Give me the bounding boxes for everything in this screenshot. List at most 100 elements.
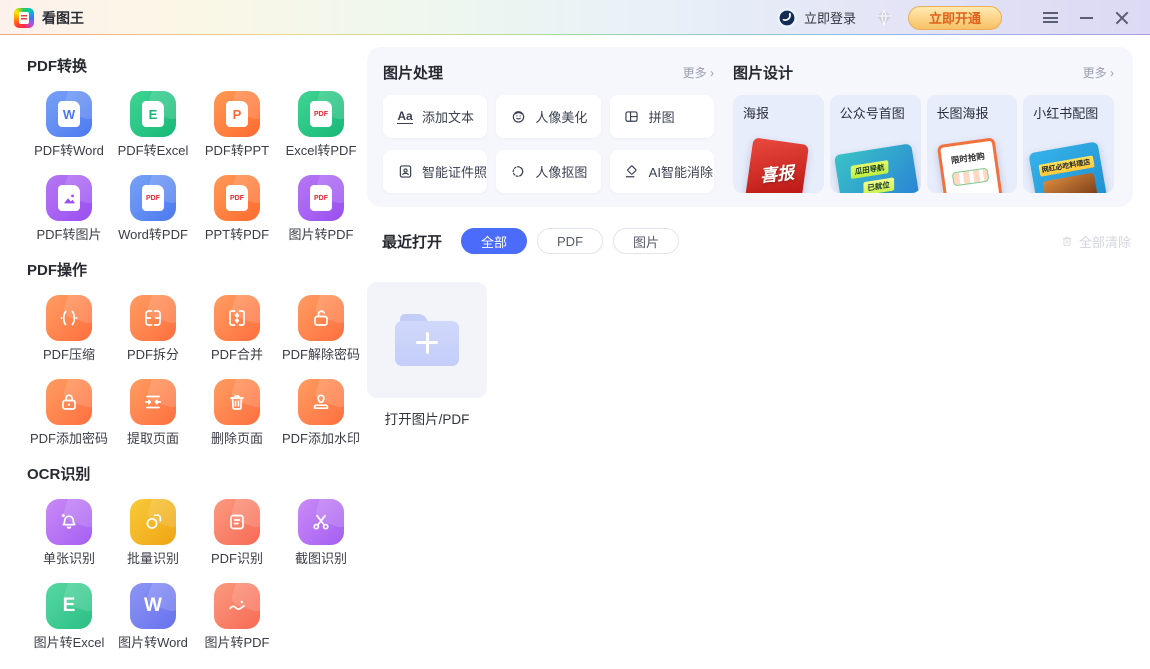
login-button[interactable]: 立即登录 — [776, 7, 856, 29]
image-design-section: 图片设计 更多 › 海报 喜报 公众号首图 瓜田导航 已就位 长图海报 — [733, 62, 1114, 193]
app-title: 看图王 — [42, 8, 84, 28]
open-file-label: 打开图片/PDF — [367, 408, 487, 428]
face-beautify-button[interactable]: 人像美化 — [496, 95, 600, 138]
sidebar-item-pdf-add-password[interactable]: PDF添加密码 — [27, 379, 111, 447]
sidebar-item-pdf-split[interactable]: PDF拆分 — [111, 295, 195, 363]
unlock-icon — [298, 295, 344, 341]
image-processing-section: 图片处理 更多 › Aa 添加文本 人像美化 拼图 智能证件照 — [383, 62, 714, 193]
sidebar-item-pdf-ocr[interactable]: PDF识别 — [195, 499, 279, 567]
sidebar-item-pdf-add-watermark[interactable]: PDF添加水印 — [279, 379, 363, 447]
login-label: 立即登录 — [804, 8, 856, 27]
id-photo-button[interactable]: 智能证件照 — [383, 150, 487, 193]
menu-button[interactable] — [1036, 5, 1064, 31]
merge-icon — [214, 295, 260, 341]
id-photo-icon — [395, 162, 415, 181]
excel-doc-icon: E — [130, 91, 176, 137]
wave-icon — [214, 583, 260, 629]
upgrade-button[interactable]: 立即开通 — [908, 6, 1002, 30]
sidebar: PDF转换 W PDF转Word E PDF转Excel P PDF转PPT P… — [0, 35, 360, 669]
minimize-button[interactable] — [1072, 5, 1100, 31]
compress-icon — [46, 295, 92, 341]
design-card-wechat-cover[interactable]: 公众号首图 瓜田导航 已就位 — [830, 95, 921, 193]
app-logo-icon — [14, 8, 34, 28]
bell-icon — [46, 499, 92, 545]
sidebar-item-pdf-remove-password[interactable]: PDF解除密码 — [279, 295, 363, 363]
collage-icon — [622, 107, 642, 126]
sidebar-item-pdf-merge[interactable]: PDF合并 — [195, 295, 279, 363]
sidebar-item-pdf-to-word[interactable]: W PDF转Word — [27, 91, 111, 159]
lock-icon — [46, 379, 92, 425]
recent-title: 最近打开 — [382, 231, 442, 252]
pdf-doc-icon: PDF — [130, 175, 176, 221]
portrait-cutout-button[interactable]: 人像抠图 — [496, 150, 600, 193]
sidebar-item-image-to-pdf-ocr[interactable]: 图片转PDF — [195, 583, 279, 651]
sidebar-item-screenshot-ocr[interactable]: 截图识别 — [279, 499, 363, 567]
tab-pdf[interactable]: PDF — [537, 228, 603, 254]
pdf-convert-grid: W PDF转Word E PDF转Excel P PDF转PPT PDF Exc… — [27, 91, 360, 243]
extract-pages-icon — [130, 379, 176, 425]
image-doc-icon — [46, 175, 92, 221]
portrait-cutout-icon — [508, 162, 528, 181]
sidebar-item-pdf-to-ppt[interactable]: P PDF转PPT — [195, 91, 279, 159]
folder-plus-icon — [395, 314, 459, 366]
sidebar-item-batch-ocr[interactable]: 批量识别 — [111, 499, 195, 567]
tab-all[interactable]: 全部 — [461, 228, 527, 254]
close-icon — [1115, 11, 1129, 25]
minimize-icon — [1080, 17, 1093, 19]
pdf-doc-icon: PDF — [298, 91, 344, 137]
design-card-poster[interactable]: 海报 喜报 — [733, 95, 824, 193]
sidebar-item-extract-pages[interactable]: 提取页面 — [111, 379, 195, 447]
tab-image[interactable]: 图片 — [613, 228, 679, 254]
long-poster-thumbnail: 限时抢购 — [936, 137, 1002, 193]
close-button[interactable] — [1108, 5, 1136, 31]
collage-button[interactable]: 拼图 — [610, 95, 714, 138]
recent-row: 最近打开 全部 PDF 图片 全部清除 — [382, 227, 1131, 255]
design-card-long-poster[interactable]: 长图海报 限时抢购 — [927, 95, 1018, 193]
tools-panel: 图片处理 更多 › Aa 添加文本 人像美化 拼图 智能证件照 — [367, 47, 1133, 207]
image-processing-more-link[interactable]: 更多 › — [683, 64, 714, 81]
sidebar-item-delete-pages[interactable]: 删除页面 — [195, 379, 279, 447]
image-design-title: 图片设计 — [733, 62, 793, 83]
vip-diamond-icon[interactable] — [874, 9, 894, 27]
trash-icon — [214, 379, 260, 425]
hamburger-icon — [1043, 12, 1058, 23]
ai-erase-button[interactable]: AI智能消除 — [610, 150, 714, 193]
word-doc-icon: W — [46, 91, 92, 137]
image-design-more-link[interactable]: 更多 › — [1083, 64, 1114, 81]
sidebar-item-single-ocr[interactable]: 单张识别 — [27, 499, 111, 567]
add-text-icon: Aa — [395, 110, 415, 124]
section-title-pdf-operations: PDF操作 — [27, 261, 360, 281]
doc-lines-icon — [214, 499, 260, 545]
pdf-operations-grid: PDF压缩 PDF拆分 PDF合并 PDF解除密码 — [27, 295, 360, 447]
app-window: 看图王 立即登录 立即开通 PDF转换 W PDF转 — [0, 0, 1150, 669]
poster-thumbnail: 喜报 — [745, 137, 809, 193]
sidebar-item-pdf-compress[interactable]: PDF压缩 — [27, 295, 111, 363]
sidebar-item-ppt-to-pdf[interactable]: PDF PPT转PDF — [195, 175, 279, 243]
section-title-pdf-convert: PDF转换 — [27, 57, 360, 77]
open-file-card[interactable] — [367, 282, 487, 398]
section-title-ocr: OCR识别 — [27, 465, 360, 485]
pdf-doc-icon: PDF — [298, 175, 344, 221]
wechat-cover-thumbnail: 瓜田导航 已就位 — [834, 143, 920, 193]
sidebar-item-image-to-word[interactable]: W 图片转Word — [111, 583, 195, 651]
scan-icon — [130, 499, 176, 545]
xiaohongshu-thumbnail: 网红必吃料理店 — [1029, 141, 1108, 193]
letter-w-icon: W — [130, 583, 176, 629]
ppt-doc-icon: P — [214, 91, 260, 137]
clear-all-button[interactable]: 全部清除 — [1060, 232, 1131, 251]
sidebar-item-image-to-excel[interactable]: E 图片转Excel — [27, 583, 111, 651]
image-processing-title: 图片处理 — [383, 62, 443, 83]
titlebar: 看图王 立即登录 立即开通 — [0, 0, 1150, 35]
recent-tabs: 全部 PDF 图片 — [451, 228, 679, 254]
user-avatar-icon — [776, 7, 798, 29]
ocr-grid: 单张识别 批量识别 PDF识别 截图识别 E — [27, 499, 360, 651]
add-text-button[interactable]: Aa 添加文本 — [383, 95, 487, 138]
sidebar-item-pdf-to-excel[interactable]: E PDF转Excel — [111, 91, 195, 159]
face-beautify-icon — [508, 107, 528, 126]
sidebar-item-image-to-pdf[interactable]: PDF 图片转PDF — [279, 175, 363, 243]
design-card-xiaohongshu[interactable]: 小红书配图 网红必吃料理店 — [1023, 95, 1114, 193]
letter-e-icon: E — [46, 583, 92, 629]
sidebar-item-word-to-pdf[interactable]: PDF Word转PDF — [111, 175, 195, 243]
sidebar-item-excel-to-pdf[interactable]: PDF Excel转PDF — [279, 91, 363, 159]
sidebar-item-pdf-to-image[interactable]: PDF转图片 — [27, 175, 111, 243]
